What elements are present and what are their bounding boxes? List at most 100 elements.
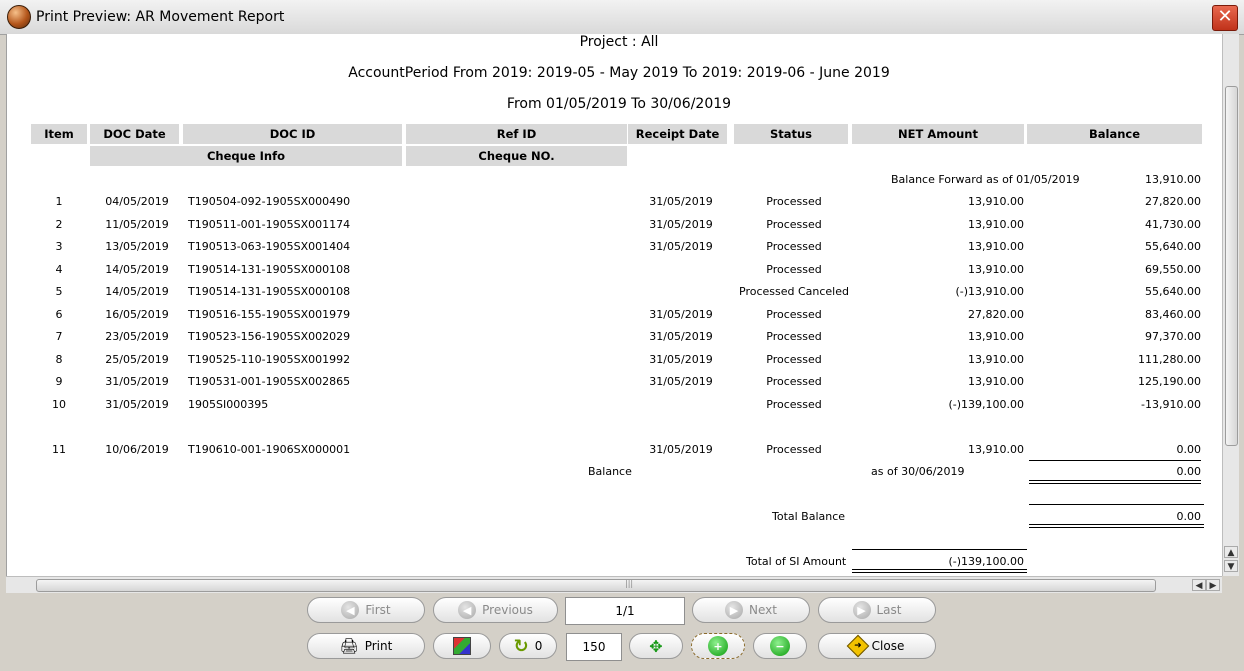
next-label: Next (749, 603, 777, 617)
last-label: Last (876, 603, 902, 617)
row-2-balance: 41,730.00 (1145, 218, 1201, 231)
scroll-left-button[interactable]: ◀ (1192, 579, 1206, 591)
col-receipt-date: Receipt Date (628, 124, 727, 144)
row-8-status: Processed (766, 353, 822, 366)
row-8-doc-date: 25/05/2019 (105, 353, 169, 366)
row-7-balance: 97,370.00 (1145, 330, 1201, 343)
first-page-icon: ◀ (341, 601, 360, 619)
window-close-button[interactable]: ✕ (1212, 5, 1238, 31)
report-project: Project : All (579, 34, 659, 50)
row-7-doc-id: T190523-156-1905SX002029 (188, 330, 351, 343)
page-indicator-field[interactable]: 1/1 (565, 597, 685, 625)
row-8-item: 8 (55, 353, 63, 366)
row-8-net: 13,910.00 (968, 353, 1024, 366)
row-1-status: Processed (766, 195, 822, 208)
row-10-doc-id: 1905SI000395 (188, 398, 269, 411)
close-button[interactable]: ➜ Close (818, 633, 936, 659)
last-page-icon: ▶ (852, 601, 871, 619)
row-10-net: (-)139,100.00 (948, 398, 1024, 411)
row-9-receipt-date: 31/05/2019 (649, 375, 713, 388)
row-1-doc-date: 04/05/2019 (105, 195, 169, 208)
last-button[interactable]: ▶ Last (818, 597, 936, 623)
row-2-net: 13,910.00 (968, 218, 1024, 231)
horizontal-scrollbar[interactable]: ||| ◀ ▶ (6, 576, 1222, 593)
zoom-in-icon: + (708, 636, 728, 656)
row-7-doc-date: 23/05/2019 (105, 330, 169, 343)
zoom-out-button[interactable]: − (753, 633, 807, 659)
fit-page-button[interactable]: ✥ (629, 633, 683, 659)
row-3-balance: 55,640.00 (1145, 240, 1201, 253)
balance-double-rule (1029, 480, 1201, 484)
row-1-doc-id: T190504-092-1905SX000490 (188, 195, 351, 208)
first-button[interactable]: ◀ First (307, 597, 425, 623)
row-1-net: 13,910.00 (968, 195, 1024, 208)
row-4-item: 4 (55, 263, 63, 276)
row-10-doc-date: 31/05/2019 (105, 398, 169, 411)
total-si-top-rule (852, 549, 1027, 550)
row-4-doc-id: T190514-131-1905SX000108 (188, 263, 351, 276)
col-cheque-info: Cheque Info (90, 146, 402, 166)
row-5-net: (-)13,910.00 (955, 285, 1024, 298)
row-8-balance: 111,280.00 (1138, 353, 1201, 366)
app-orb-icon (7, 5, 31, 29)
row-2-doc-id: T190511-001-1905SX001174 (188, 218, 351, 231)
row-6-doc-id: T190516-155-1905SX001979 (188, 308, 351, 321)
row-3-net: 13,910.00 (968, 240, 1024, 253)
vertical-scroll-thumb[interactable] (1225, 86, 1238, 446)
report-viewport[interactable]: Project : All AccountPeriod From 2019: 2… (6, 34, 1223, 576)
total-si-value: (-)139,100.00 (948, 555, 1024, 568)
total-si-label: Total of SI Amount (746, 555, 847, 568)
row-9-doc-date: 31/05/2019 (105, 375, 169, 388)
row-9-net: 13,910.00 (968, 375, 1024, 388)
row-4-balance: 69,550.00 (1145, 263, 1201, 276)
col-cheque-no: Cheque NO. (406, 146, 627, 166)
row-11-status: Processed (766, 443, 822, 456)
row-11-doc-date: 10/06/2019 (105, 443, 169, 456)
page-indicator: 1/1 (615, 604, 635, 618)
vertical-scrollbar[interactable]: ▲ ▼ (1222, 34, 1239, 576)
zoom-field[interactable]: 150 (566, 633, 622, 661)
export-button[interactable] (433, 633, 491, 659)
close-icon: ✕ (1217, 6, 1233, 27)
report-period: AccountPeriod From 2019: 2019-05 - May 2… (348, 65, 890, 81)
row-11-balance: 0.00 (1176, 443, 1202, 456)
scroll-down-button[interactable]: ▼ (1224, 560, 1238, 572)
previous-button[interactable]: ◀ Previous (433, 597, 558, 623)
row-11-item: 11 (52, 443, 66, 456)
row-9-doc-id: T190531-001-1905SX002865 (188, 375, 351, 388)
horizontal-scroll-thumb[interactable]: ||| (36, 579, 1156, 592)
print-button[interactable]: 🖨 Print (307, 633, 425, 659)
row-10-status: Processed (766, 398, 822, 411)
row-6-doc-date: 16/05/2019 (105, 308, 169, 321)
row-4-status: Processed (766, 263, 822, 276)
scroll-right-button[interactable]: ▶ (1206, 579, 1220, 591)
refresh-button[interactable]: ↻ 0 (499, 633, 557, 659)
zoom-value: 150 (582, 640, 606, 654)
row-6-receipt-date: 31/05/2019 (649, 308, 713, 321)
zoom-in-button[interactable]: + (691, 633, 745, 659)
row-1-balance: 27,820.00 (1145, 195, 1201, 208)
row-7-receipt-date: 31/05/2019 (649, 330, 713, 343)
next-button[interactable]: ▶ Next (692, 597, 810, 623)
total-balance-label: Total Balance (772, 510, 846, 523)
row-4-doc-date: 14/05/2019 (105, 263, 169, 276)
title-bar: Print Preview: AR Movement Report ✕ (0, 0, 1244, 35)
row-6-balance: 83,460.00 (1145, 308, 1201, 321)
row-2-status: Processed (766, 218, 822, 231)
row-2-receipt-date: 31/05/2019 (649, 218, 713, 231)
print-label: Print (364, 639, 393, 653)
printer-icon: 🖨 (339, 637, 359, 655)
close-arrow-icon: ➜ (846, 634, 869, 658)
next-page-icon: ▶ (725, 601, 744, 619)
row-4-net: 13,910.00 (968, 263, 1024, 276)
col-item: Item (31, 124, 87, 144)
row-7-item: 7 (55, 330, 63, 343)
scroll-up-button[interactable]: ▲ (1224, 546, 1238, 558)
row-9-balance: 125,190.00 (1138, 375, 1201, 388)
first-label: First (365, 603, 391, 617)
grip-icon: ||| (625, 579, 634, 588)
row-5-status: Processed Canceled (739, 285, 849, 298)
balance-as-of: as of 30/06/2019 (871, 465, 965, 478)
row-1-receipt-date: 31/05/2019 (649, 195, 713, 208)
refresh-count: 0 (534, 639, 543, 653)
